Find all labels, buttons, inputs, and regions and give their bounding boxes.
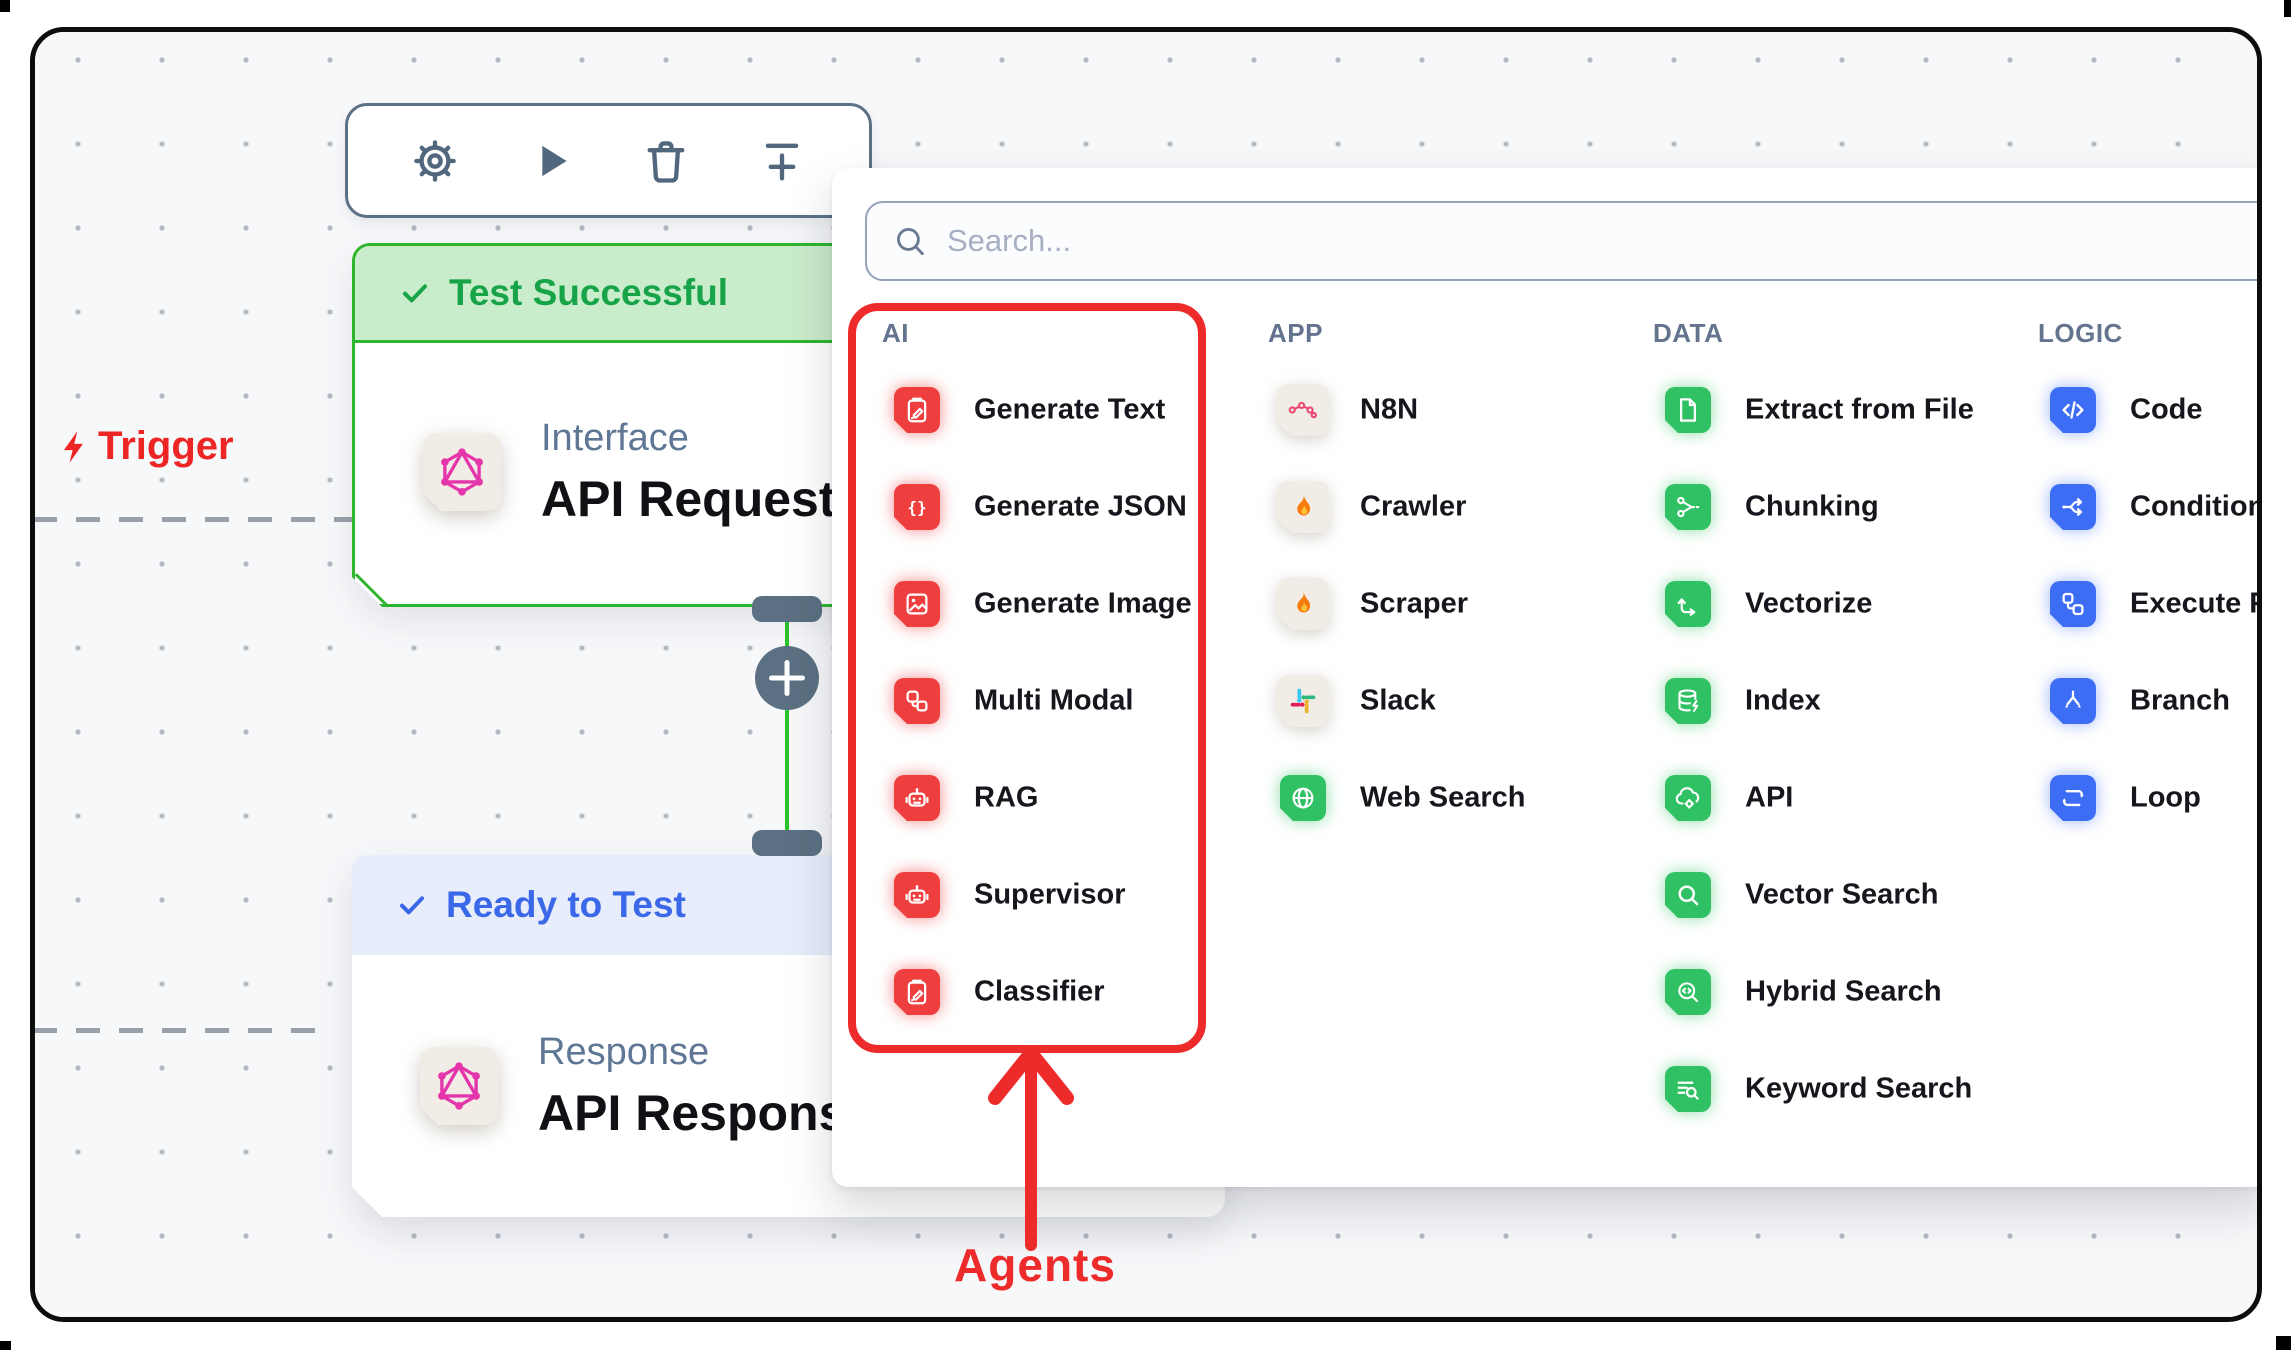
palette-item-extract-from-file[interactable]: Extract from File [1651, 382, 2031, 438]
trigger-label: Trigger [56, 424, 234, 469]
add-node-icon [756, 135, 808, 187]
palette-item-label: Web Search [1360, 782, 1525, 815]
status-text: Ready to Test [446, 884, 686, 926]
node-type-label: Response [538, 1031, 874, 1074]
scissors-icon [1658, 484, 1718, 530]
palette-item-label: Chunking [1745, 491, 1879, 524]
output-port[interactable] [752, 596, 822, 622]
palette-item-label: Index [1745, 685, 1821, 718]
play-button[interactable] [523, 133, 579, 189]
palette-item-label: Vectorize [1745, 588, 1872, 621]
lightning-icon [56, 428, 94, 466]
palette-item-label: Extract from File [1745, 394, 1974, 427]
graphql-icon [420, 1047, 498, 1125]
execute-flow-icon [2043, 581, 2103, 627]
palette-item-label: Hybrid Search [1745, 976, 1942, 1009]
palette-column-app: APP N8N Crawler Scraper Slack Web Search [1266, 168, 1646, 1187]
crop-mark-bottom-left [0, 1341, 11, 1350]
palette-item-label: Loop [2130, 782, 2201, 815]
gear-button[interactable] [407, 133, 463, 189]
magnifier-icon [1658, 872, 1718, 918]
gear-icon [409, 135, 461, 187]
palette-item-loop[interactable]: Loop [2036, 770, 2262, 826]
palette-item-label: Scraper [1360, 588, 1468, 621]
trash-button[interactable] [638, 133, 694, 189]
n8n-icon [1273, 384, 1333, 436]
palette-item-label: Condition [2130, 491, 2262, 524]
palette-item-crawler[interactable]: Crawler [1266, 479, 1646, 535]
palette-item-label: Vector Search [1745, 879, 1938, 912]
palette-item-slack[interactable]: Slack [1266, 673, 1646, 729]
branch-icon [2043, 678, 2103, 724]
palette-item-web-search[interactable]: Web Search [1266, 770, 1646, 826]
column-header: APP [1268, 318, 1323, 349]
palette-item-scraper[interactable]: Scraper [1266, 576, 1646, 632]
palette-item-vectorize[interactable]: Vectorize [1651, 576, 2031, 632]
file-icon [1658, 387, 1718, 433]
crop-mark-top-right [2284, 0, 2291, 17]
canvas-frame: Trigger Test Successful Interface API Re… [30, 27, 2262, 1322]
fire-icon [1273, 578, 1333, 630]
palette-item-hybrid-search[interactable]: Hybrid Search [1651, 964, 2031, 1020]
check-icon [396, 889, 428, 921]
add-node-button[interactable] [754, 133, 810, 189]
palette-item-label: Crawler [1360, 491, 1466, 524]
trash-icon [640, 135, 692, 187]
magnifier-code-icon [1658, 969, 1718, 1015]
cloud-gear-icon [1658, 775, 1718, 821]
palette-column-data: DATA Extract from File Chunking Vectorize In… [1651, 168, 2031, 1187]
guide-dashed-line-top [33, 517, 353, 522]
palette-item-code[interactable]: Code [2036, 382, 2262, 438]
workflow-canvas: Trigger Test Successful Interface API Re… [30, 27, 2262, 1322]
input-port[interactable] [752, 830, 822, 856]
connector-line [785, 600, 789, 858]
code-icon [2043, 387, 2103, 433]
palette-item-keyword-search[interactable]: Keyword Search [1651, 1061, 2031, 1117]
node-toolbar [345, 103, 872, 218]
palette-item-vector-search[interactable]: Vector Search [1651, 867, 2031, 923]
palette-item-label: N8N [1360, 394, 1418, 427]
vector-arrows-icon [1658, 581, 1718, 627]
node-title: API Request [541, 470, 836, 528]
palette-item-condition[interactable]: Condition [2036, 479, 2262, 535]
palette-item-n8n[interactable]: N8N [1266, 382, 1646, 438]
column-header: LOGIC [2038, 318, 2123, 349]
play-icon [525, 135, 577, 187]
crop-mark-bottom-right [2276, 1336, 2291, 1350]
status-text: Test Successful [449, 272, 728, 314]
palette-item-label: Slack [1360, 685, 1436, 718]
fire-icon [1273, 481, 1333, 533]
column-header: DATA [1653, 318, 1723, 349]
add-step-button[interactable] [755, 646, 819, 710]
globe-icon [1273, 775, 1333, 821]
crop-mark-top-left [0, 0, 10, 12]
graphql-icon [423, 433, 501, 511]
node-title: API Response [538, 1084, 874, 1142]
database-bolt-icon [1658, 678, 1718, 724]
palette-item-branch[interactable]: Branch [2036, 673, 2262, 729]
trigger-text: Trigger [98, 424, 234, 469]
slack-icon [1273, 675, 1333, 727]
loop-icon [2043, 775, 2103, 821]
palette-item-label: API [1745, 782, 1793, 815]
guide-dashed-line-bottom [33, 1028, 333, 1033]
annotation-arrow-icon [955, 1042, 1115, 1252]
check-icon [399, 277, 431, 309]
palette-item-execute-flow[interactable]: Execute Flow [2036, 576, 2262, 632]
condition-icon [2043, 484, 2103, 530]
list-search-icon [1658, 1066, 1718, 1112]
annotation-highlight-box [848, 303, 1206, 1053]
palette-item-label: Execute Flow [2130, 588, 2262, 621]
palette-column-logic: LOGIC Code Condition Execute Flow Branch Loop [2036, 168, 2262, 1187]
palette-item-label: Branch [2130, 685, 2230, 718]
node-type-label: Interface [541, 417, 836, 460]
palette-item-chunking[interactable]: Chunking [1651, 479, 2031, 535]
palette-item-api[interactable]: API [1651, 770, 2031, 826]
palette-item-label: Code [2130, 394, 2203, 427]
palette-item-label: Keyword Search [1745, 1073, 1972, 1106]
palette-item-index[interactable]: Index [1651, 673, 2031, 729]
annotation-label: Agents [930, 1238, 1140, 1292]
